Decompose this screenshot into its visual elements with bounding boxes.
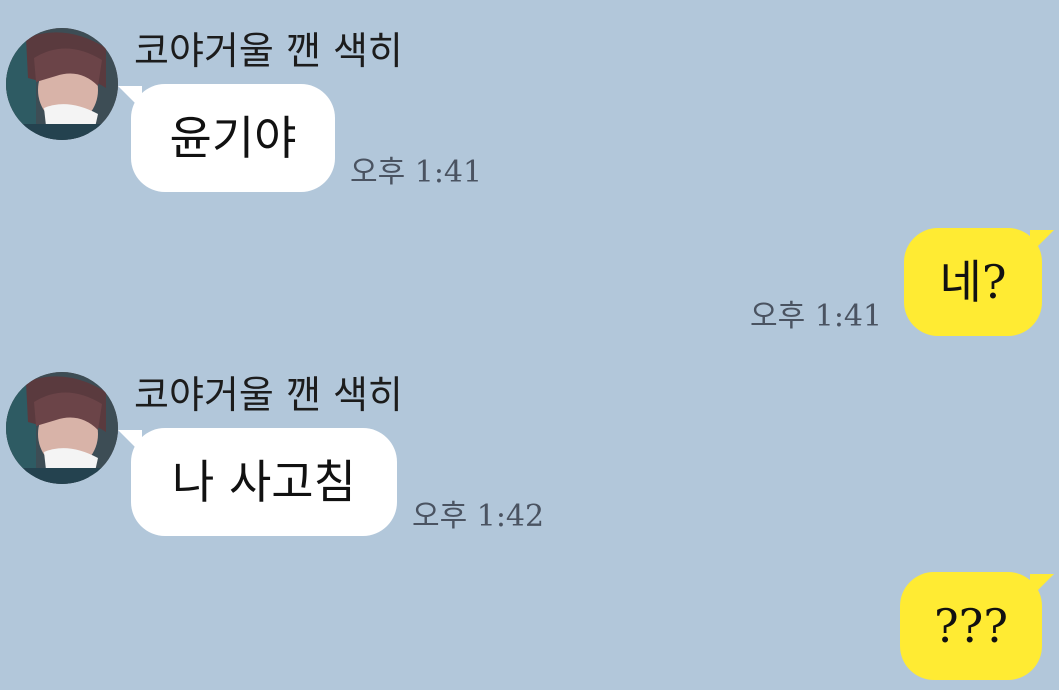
bubble-tail xyxy=(1030,230,1054,254)
bubble-tail xyxy=(1030,574,1054,598)
profile-photo-icon xyxy=(6,372,118,484)
profile-photo-icon xyxy=(6,28,118,140)
message-time: 오후 1:41 xyxy=(750,299,883,334)
message-bubble-incoming[interactable]: 윤기야 xyxy=(131,84,335,192)
sender-name: 코야거울 깬 색히 xyxy=(134,373,403,417)
message-bubble-incoming[interactable]: 나 사고침 xyxy=(131,428,397,536)
sender-name: 코야거울 깬 색히 xyxy=(134,29,403,73)
message-bubble-outgoing[interactable]: 네? xyxy=(904,228,1042,336)
sender-avatar[interactable] xyxy=(6,372,118,484)
message-time: 오후 1:41 xyxy=(350,155,483,190)
sender-avatar[interactable] xyxy=(6,28,118,140)
message-time: 오후 1:42 xyxy=(412,499,545,534)
chat-room[interactable]: 코야거울 깬 색히 윤기야 오후 1:41 오후 1:41 네? 코야거울 깬 … xyxy=(0,0,1059,690)
message-bubble-outgoing[interactable]: ??? xyxy=(900,572,1042,680)
